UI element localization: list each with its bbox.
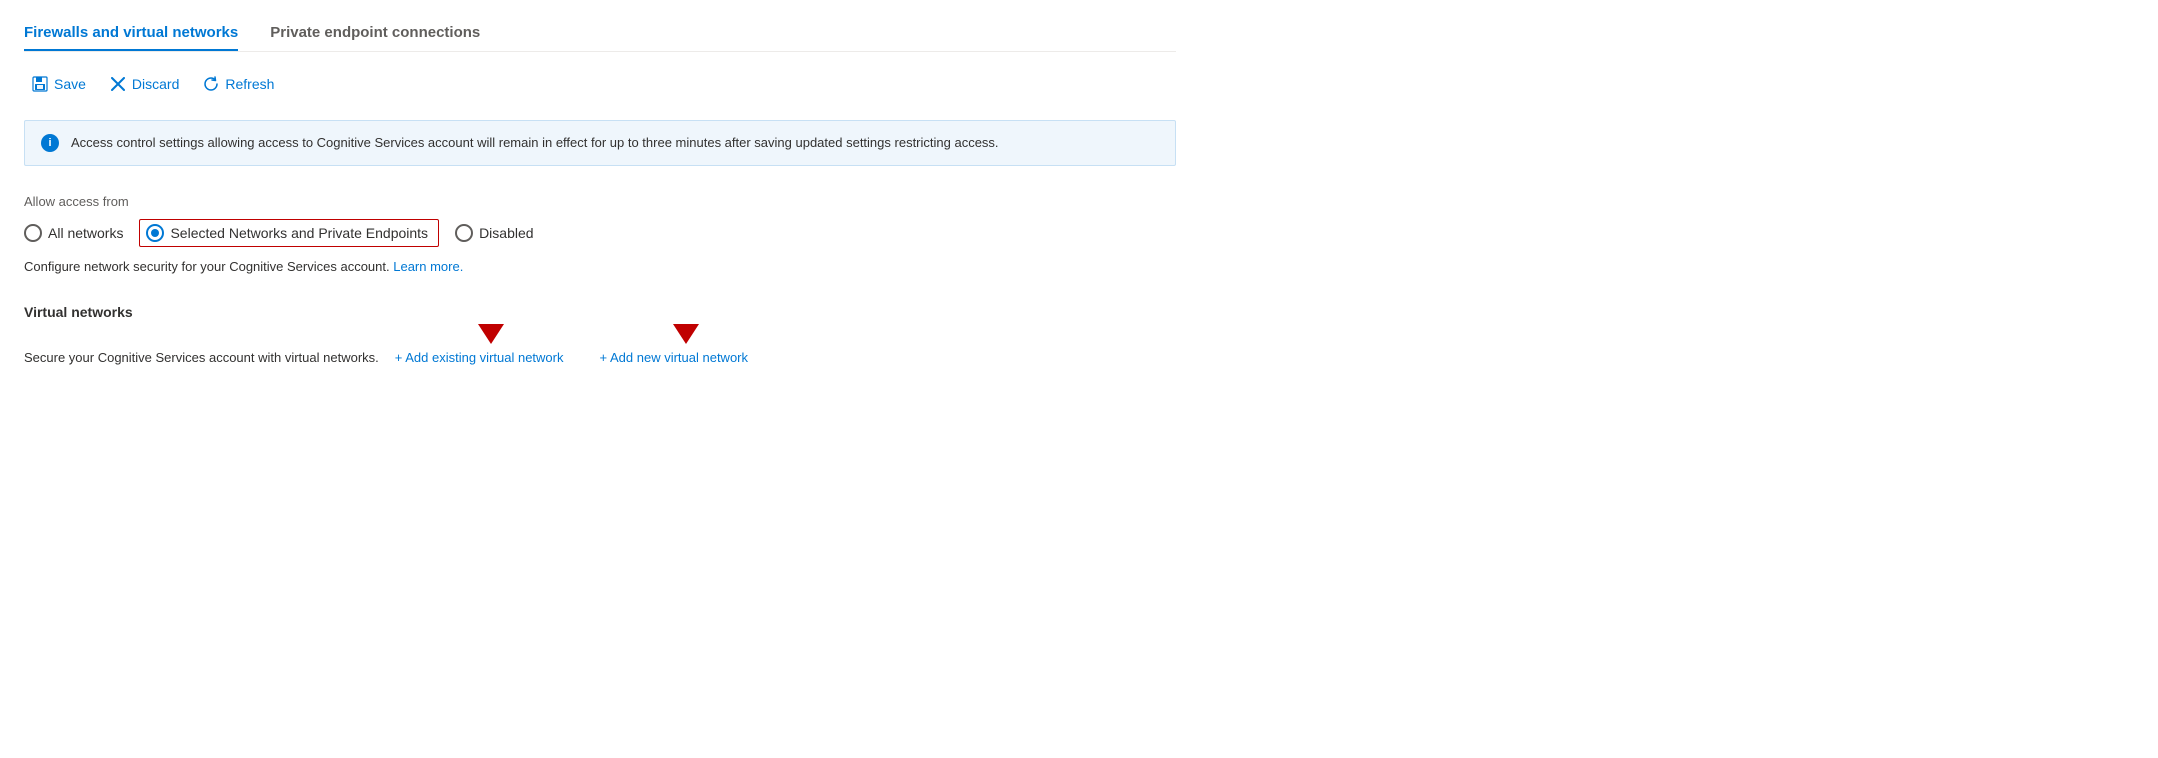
configure-text: Configure network security for your Cogn…: [24, 257, 1176, 277]
radio-all-label: All networks: [48, 225, 123, 241]
radio-disabled-label: Disabled: [479, 225, 533, 241]
radio-selected-networks-box[interactable]: Selected Networks and Private Endpoints: [139, 219, 439, 247]
radio-selected-inner: [151, 229, 159, 237]
radio-disabled-outer: [455, 224, 473, 242]
info-icon: i: [41, 134, 59, 152]
arrow-existing-icon: [478, 324, 504, 344]
learn-more-link[interactable]: Learn more.: [393, 259, 463, 274]
tabs-bar: Firewalls and virtual networks Private e…: [24, 16, 1176, 52]
tab-firewalls[interactable]: Firewalls and virtual networks: [24, 16, 238, 51]
radio-all-outer: [24, 224, 42, 242]
page-container: Firewalls and virtual networks Private e…: [0, 0, 1200, 381]
add-existing-vnet-link[interactable]: + Add existing virtual network: [395, 350, 564, 365]
radio-selected-outer: [146, 224, 164, 242]
vnet-title: Virtual networks: [24, 304, 1176, 320]
discard-button[interactable]: Discard: [102, 72, 187, 96]
info-banner-text: Access control settings allowing access …: [71, 133, 999, 153]
arrow-new-icon: [673, 324, 699, 344]
vnet-description: Secure your Cognitive Services account w…: [24, 350, 379, 365]
radio-disabled[interactable]: Disabled: [455, 224, 533, 242]
configure-text-span: Configure network security for your Cogn…: [24, 259, 390, 274]
radio-all-networks[interactable]: All networks: [24, 224, 123, 242]
info-banner: i Access control settings allowing acces…: [24, 120, 1176, 166]
toolbar: Save Discard Refresh: [24, 72, 1176, 96]
save-icon: [32, 76, 48, 92]
allow-access-label: Allow access from: [24, 194, 1176, 209]
refresh-label: Refresh: [225, 76, 274, 92]
refresh-button[interactable]: Refresh: [195, 72, 282, 96]
save-button[interactable]: Save: [24, 72, 94, 96]
tab-private-endpoint[interactable]: Private endpoint connections: [270, 16, 480, 51]
save-label: Save: [54, 76, 86, 92]
discard-icon: [110, 76, 126, 92]
discard-label: Discard: [132, 76, 179, 92]
allow-access-section: Allow access from All networks Selected …: [24, 194, 1176, 277]
virtual-networks-section: Virtual networks Secure your Cognitive S…: [24, 304, 1176, 365]
radio-selected-label: Selected Networks and Private Endpoints: [170, 225, 428, 241]
refresh-icon: [203, 76, 219, 92]
add-new-vnet-link[interactable]: + Add new virtual network: [600, 350, 749, 365]
radio-group: All networks Selected Networks and Priva…: [24, 219, 1176, 247]
